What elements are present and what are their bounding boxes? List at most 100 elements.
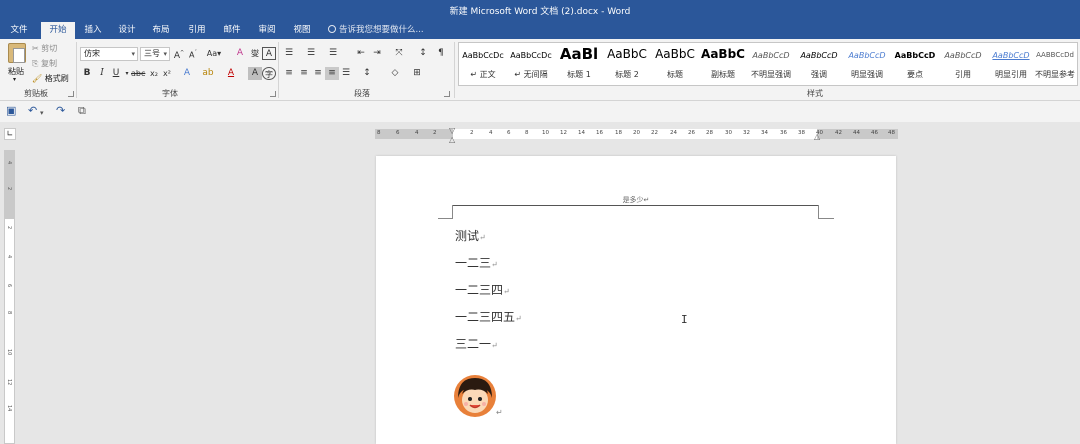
text-effects-icon[interactable]: A — [180, 67, 194, 80]
crop-mark — [438, 218, 453, 219]
clipboard-group-label: 剪贴板 — [24, 89, 48, 98]
paragraph-launcher-icon[interactable] — [444, 91, 450, 97]
right-indent-marker[interactable]: △ — [814, 133, 820, 141]
superscript-icon[interactable]: x² — [160, 67, 174, 80]
font-group-label: 字体 — [162, 89, 178, 98]
character-shading-icon[interactable]: A — [248, 67, 262, 80]
window-title: 新建 Microsoft Word 文档 (2).docx - Word — [449, 7, 631, 17]
font-launcher-icon[interactable] — [270, 91, 276, 97]
bold-icon[interactable]: B — [80, 67, 94, 80]
tab-references[interactable]: 引用 — [182, 22, 212, 39]
save-icon[interactable]: ▣ — [6, 105, 16, 117]
style-quote[interactable]: AaBbCcD 引用 — [940, 43, 986, 85]
style-heading-1[interactable]: AaBl 标题 1 — [556, 43, 602, 85]
crop-mark — [818, 218, 834, 219]
style-emphasis[interactable]: AaBbCcD 强调 — [796, 43, 842, 85]
paragraph-mark: ↵ — [496, 408, 503, 417]
distributed-icon[interactable]: ☰ — [339, 67, 353, 80]
vertical-ruler[interactable]: 4 2 2 4 6 8 10 12 14 — [4, 150, 15, 444]
increase-indent-icon[interactable]: ⇥ — [370, 47, 384, 60]
clear-formatting-icon[interactable]: A — [233, 47, 247, 60]
sort-icon[interactable]: ↕ — [416, 47, 430, 60]
character-border-icon[interactable]: A — [262, 47, 276, 60]
text-line[interactable]: 一二三四↵ — [455, 281, 510, 298]
bullets-icon[interactable]: ☰ — [282, 47, 296, 60]
tab-insert[interactable]: 插入 — [78, 22, 108, 39]
align-right-icon[interactable]: ≡ — [311, 67, 325, 80]
paste-dropdown-icon[interactable]: ▾ — [13, 76, 16, 83]
redo-icon[interactable]: ↷ — [56, 105, 65, 117]
grow-font-icon[interactable]: A^ — [172, 47, 186, 61]
line-spacing-icon[interactable]: ↕ — [360, 67, 374, 80]
style-subtle-reference[interactable]: AABBCcDd 不明显参考 — [1032, 43, 1078, 85]
justify-icon[interactable]: ≡ — [325, 67, 339, 80]
shrink-font-icon[interactable]: Aˇ — [186, 47, 200, 60]
first-line-indent-marker[interactable]: ▽ — [449, 127, 455, 135]
group-divider — [278, 42, 279, 98]
show-marks-icon[interactable]: ¶ — [434, 47, 448, 60]
highlight-icon[interactable]: ab — [201, 67, 215, 80]
borders-icon[interactable]: ⊞ — [410, 67, 424, 80]
paragraph-mark: ↵ — [491, 260, 498, 269]
undo-icon[interactable]: ↶ — [28, 105, 37, 117]
font-family-select[interactable]: 仿宋 ▾ — [80, 47, 138, 61]
tab-review[interactable]: 审阅 — [252, 22, 282, 39]
hanging-indent-marker[interactable]: △ — [449, 136, 455, 144]
text-line[interactable]: 测试↵ — [455, 227, 486, 244]
group-divider — [454, 42, 455, 98]
change-case-button[interactable]: Aa▾ — [204, 47, 224, 60]
format-painter-button[interactable]: 🖌 格式刷 — [32, 73, 69, 84]
subscript-icon[interactable]: x₂ — [147, 67, 161, 80]
text-line[interactable]: 三二一↵ — [455, 335, 498, 352]
decrease-indent-icon[interactable]: ⇤ — [354, 47, 368, 60]
multilevel-list-icon[interactable]: ☰ — [326, 47, 340, 60]
style-intense-emphasis[interactable]: AaBbCcD 明显强调 — [844, 43, 890, 85]
font-size-select[interactable]: 三号 ▾ — [140, 47, 170, 61]
enclose-characters-icon[interactable]: 字 — [262, 67, 276, 80]
document-page[interactable]: 是多少↵ 测试↵ 一二三↵ 一二三四↵ 一二三四五↵ 三二一↵ ↵ — [376, 156, 896, 444]
strikethrough-icon[interactable]: abc — [131, 67, 145, 80]
text-line[interactable]: 一二三四五↵ — [455, 308, 522, 325]
paragraph-mark: ↵ — [503, 287, 510, 296]
tab-layout[interactable]: 布局 — [146, 22, 176, 39]
phonetic-guide-icon[interactable]: 燮 — [248, 47, 262, 60]
style-no-spacing[interactable]: AaBbCcDc ↵ 无间隔 — [508, 43, 554, 85]
tab-mailings[interactable]: 邮件 — [217, 22, 247, 39]
title-bar: 新建 Microsoft Word 文档 (2).docx - Word — [0, 0, 1080, 22]
align-left-icon[interactable]: ≡ — [282, 67, 296, 80]
style-normal[interactable]: AaBbCcDc ↵ 正文 — [460, 43, 506, 85]
font-color-icon[interactable]: A — [224, 67, 238, 80]
style-strong[interactable]: AaBbCcD 要点 — [892, 43, 938, 85]
copy-button[interactable]: ⎘ 复制 — [32, 58, 57, 69]
cartoon-avatar-image[interactable] — [454, 374, 496, 418]
style-subtle-emphasis[interactable]: AaBbCcD 不明显强调 — [748, 43, 794, 85]
style-title[interactable]: AaBbC 标题 — [652, 43, 698, 85]
tab-view[interactable]: 视图 — [287, 22, 317, 39]
text-cursor-icon: I — [681, 313, 688, 326]
paste-icon[interactable] — [8, 43, 26, 63]
chinese-layout-icon[interactable]: ⤧ — [392, 47, 406, 60]
text-line[interactable]: 一二三↵ — [455, 254, 498, 271]
style-subtitle[interactable]: AaBbC 副标题 — [700, 43, 746, 85]
ribbon: 粘贴 ▾ ✂ 剪切 ⎘ 复制 🖌 格式刷 剪贴板 仿宋 ▾ 三号 ▾ A^ Aˇ A… — [0, 39, 1080, 101]
header-text[interactable]: 是多少↵ — [376, 195, 896, 205]
tab-file[interactable]: 文件 — [0, 22, 38, 39]
style-intense-quote[interactable]: AaBbCcD 明显引用 — [988, 43, 1034, 85]
crop-mark — [818, 205, 819, 219]
italic-icon[interactable]: I — [95, 67, 109, 80]
paragraph-mark: ↵ — [515, 314, 522, 323]
tell-me-box[interactable]: 告诉我您想要做什么... — [328, 22, 424, 39]
tab-home[interactable]: 开始 — [41, 22, 75, 39]
numbering-icon[interactable]: ☰ — [304, 47, 318, 60]
styles-group-label: 样式 — [807, 89, 823, 98]
customize-toolbar-icon[interactable]: ⧉ — [78, 105, 86, 117]
undo-dropdown-icon[interactable]: ▾ — [40, 107, 44, 119]
cut-button[interactable]: ✂ 剪切 — [32, 43, 57, 54]
shading-icon[interactable]: ◇ — [388, 67, 402, 80]
tab-design[interactable]: 设计 — [112, 22, 142, 39]
align-center-icon[interactable]: ≡ — [297, 67, 311, 80]
style-heading-2[interactable]: AaBbC 标题 2 — [604, 43, 650, 85]
tab-selector-icon[interactable]: ∟ — [4, 128, 16, 140]
copy-icon: ⎘ — [32, 59, 39, 68]
clipboard-launcher-icon[interactable] — [68, 91, 74, 97]
